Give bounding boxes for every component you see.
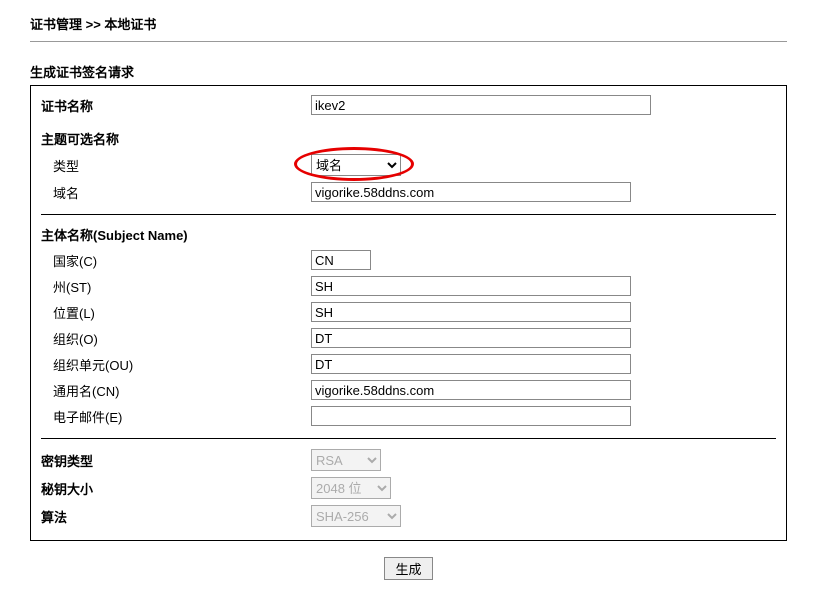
label-org: 组织(O) bbox=[39, 325, 309, 351]
country-input[interactable] bbox=[311, 250, 371, 270]
label-san-domain: 域名 bbox=[39, 179, 309, 205]
email-input[interactable] bbox=[311, 406, 631, 426]
generate-button[interactable]: 生成 bbox=[384, 557, 432, 580]
label-san-type: 类型 bbox=[39, 151, 309, 179]
org-unit-input[interactable] bbox=[311, 354, 631, 374]
label-country: 国家(C) bbox=[39, 247, 309, 273]
san-type-select[interactable]: 域名 bbox=[311, 154, 401, 176]
location-input[interactable] bbox=[311, 302, 631, 322]
label-key-size: 秘钥大小 bbox=[39, 474, 309, 502]
label-state: 州(ST) bbox=[39, 273, 309, 299]
algorithm-select: SHA-256 bbox=[311, 505, 401, 527]
label-cert-name: 证书名称 bbox=[39, 92, 309, 118]
section-title: 生成证书签名请求 bbox=[30, 62, 787, 81]
breadcrumb: 证书管理 >> 本地证书 bbox=[30, 10, 787, 41]
csr-form-box: 证书名称 主题可选名称 类型 域名 域名 主体名称(Subject Name) … bbox=[30, 85, 787, 541]
label-subject-header: 主体名称(Subject Name) bbox=[39, 222, 778, 247]
org-input[interactable] bbox=[311, 328, 631, 348]
label-algorithm: 算法 bbox=[39, 502, 309, 530]
key-size-select: 2048 位 bbox=[311, 477, 391, 499]
label-email: 电子邮件(E) bbox=[39, 403, 309, 429]
key-type-select: RSA bbox=[311, 449, 381, 471]
divider-top bbox=[30, 41, 787, 42]
label-san-header: 主题可选名称 bbox=[39, 126, 778, 151]
label-location: 位置(L) bbox=[39, 299, 309, 325]
san-domain-input[interactable] bbox=[311, 182, 631, 202]
label-common-name: 通用名(CN) bbox=[39, 377, 309, 403]
state-input[interactable] bbox=[311, 276, 631, 296]
label-org-unit: 组织单元(OU) bbox=[39, 351, 309, 377]
label-key-type: 密钥类型 bbox=[39, 446, 309, 474]
cert-name-input[interactable] bbox=[311, 95, 651, 115]
common-name-input[interactable] bbox=[311, 380, 631, 400]
